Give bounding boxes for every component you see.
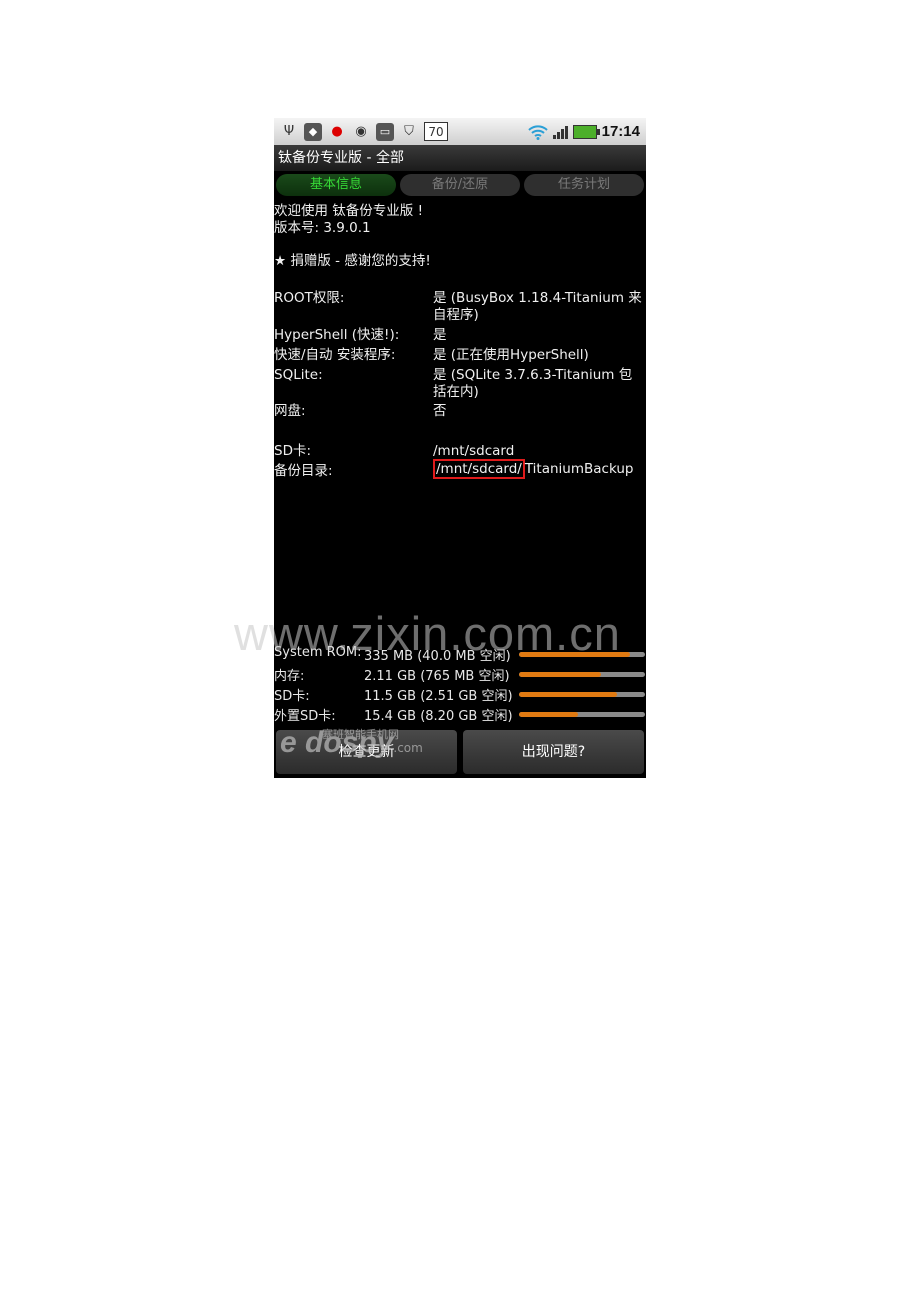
- storage-label: System ROM:: [274, 645, 362, 660]
- check-update-button[interactable]: 检查更新: [276, 730, 457, 774]
- android-icon: ◆: [304, 122, 322, 141]
- report-problem-button[interactable]: 出现问题?: [463, 730, 644, 774]
- storage-bar-fill: [519, 672, 601, 677]
- info-label: ROOT权限:: [274, 290, 345, 306]
- storage-row: SD卡: 11.5 GB (2.51 GB 空闲): [274, 685, 646, 705]
- welcome-text: 欢迎使用 钛备份专业版 !: [274, 203, 423, 219]
- battery-icon: [572, 124, 600, 139]
- backup-dir-value: /mnt/sdcard/TitaniumBackup: [433, 459, 643, 479]
- highlighted-path: /mnt/sdcard/: [433, 459, 525, 479]
- storage-bar: [519, 712, 645, 717]
- tab-basic-info[interactable]: 基本信息: [276, 174, 396, 196]
- path-rest: TitaniumBackup: [524, 461, 634, 477]
- info-value: 是: [433, 327, 447, 343]
- storage-row: System ROM: 335 MB (40.0 MB 空闲): [274, 645, 646, 665]
- notification-dot-icon: ●: [331, 124, 343, 139]
- info-value: 是 (SQLite 3.7.6.3-Titanium 包括在内): [433, 367, 633, 400]
- info-value: /mnt/sdcard: [433, 443, 515, 459]
- tab-bar: 基本信息 备份/还原 任务计划: [276, 174, 644, 196]
- notification-icons: Ψ ◆ ● ◉ ▭ ⛉ 70: [280, 121, 448, 142]
- storage-bar-fill: [519, 712, 579, 717]
- version-text: 版本号: 3.9.0.1: [274, 220, 371, 236]
- usb-icon: Ψ: [283, 124, 295, 139]
- info-value: 是 (BusyBox 1.18.4-Titanium 来自程序): [433, 290, 642, 323]
- storage-label: 内存:: [274, 669, 305, 684]
- donate-text: ★ 捐赠版 - 感谢您的支持!: [274, 253, 431, 269]
- storage-bar: [519, 692, 645, 697]
- app-title: 钛备份专业版 - 全部: [274, 145, 646, 171]
- signal-icon: [552, 125, 568, 139]
- info-label: 备份目录:: [274, 463, 333, 479]
- storage-bar: [519, 652, 645, 657]
- status-bar: Ψ ◆ ● ◉ ▭ ⛉ 70 17:14: [274, 118, 646, 145]
- circle-icon: ◉: [355, 124, 367, 139]
- toggle-icon: ▭: [376, 122, 394, 141]
- storage-value: 335 MB (40.0 MB 空闲): [364, 649, 511, 664]
- calendar-icon: 70: [424, 122, 448, 141]
- clock: 17:14: [601, 123, 640, 140]
- tab-backup-restore[interactable]: 备份/还原: [400, 174, 520, 196]
- info-label: SQLite:: [274, 367, 323, 383]
- info-label: 快速/自动 安装程序:: [274, 347, 396, 363]
- storage-row: 内存: 2.11 GB (765 MB 空闲): [274, 665, 646, 685]
- storage-label: 外置SD卡:: [274, 709, 336, 724]
- storage-value: 2.11 GB (765 MB 空闲): [364, 669, 510, 684]
- info-label: HyperShell (快速!):: [274, 327, 400, 343]
- storage-row: 外置SD卡: 15.4 GB (8.20 GB 空闲): [274, 705, 646, 725]
- phone-screen: Ψ ◆ ● ◉ ▭ ⛉ 70 17:14 钛备份专业版 - 全部 基本信息 备份…: [274, 118, 646, 778]
- info-value: 否: [433, 403, 447, 419]
- tab-schedule[interactable]: 任务计划: [524, 174, 644, 196]
- storage-label: SD卡:: [274, 689, 310, 704]
- system-status: 17:14: [527, 121, 640, 142]
- shield-icon: ⛉: [404, 124, 414, 139]
- storage-bar-fill: [519, 652, 630, 657]
- storage-value: 15.4 GB (8.20 GB 空闲): [364, 709, 513, 724]
- storage-bar-fill: [519, 692, 618, 697]
- storage-value: 11.5 GB (2.51 GB 空闲): [364, 689, 513, 704]
- storage-bar: [519, 672, 645, 677]
- info-value: 是 (正在使用HyperShell): [433, 347, 589, 363]
- wifi-icon: [527, 124, 548, 140]
- action-buttons: 检查更新 出现问题?: [276, 730, 644, 774]
- info-label: 网盘:: [274, 403, 306, 419]
- info-label: SD卡:: [274, 443, 312, 459]
